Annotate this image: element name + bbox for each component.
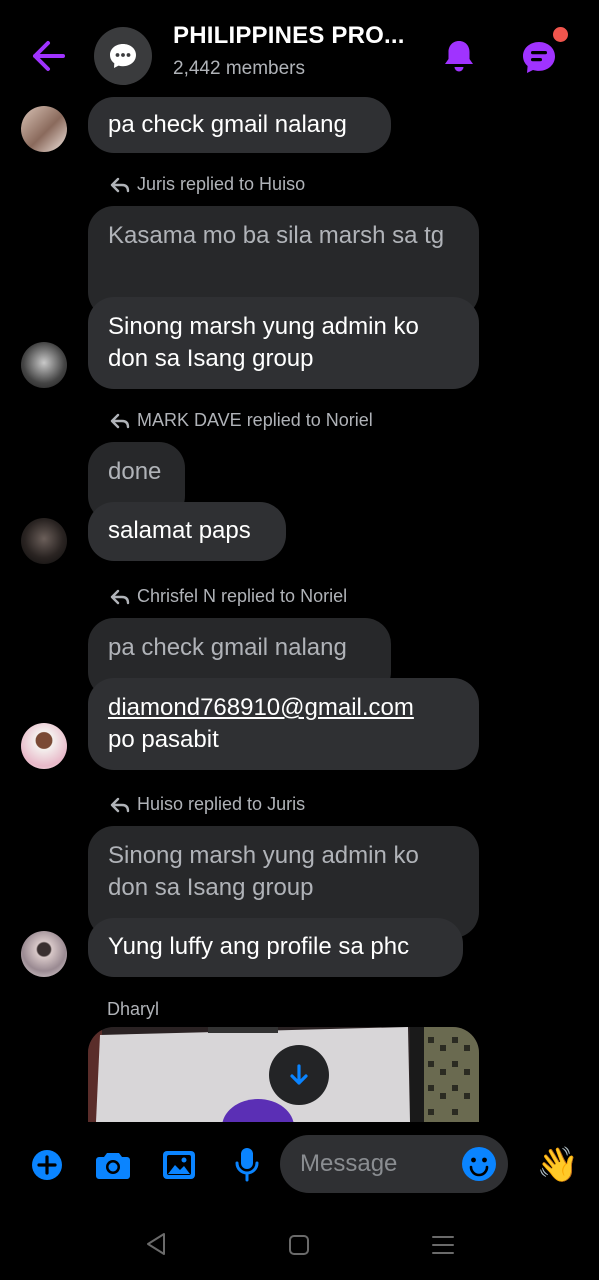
chat-title[interactable]: PHILIPPINES PRO... bbox=[173, 22, 405, 50]
scroll-down-button[interactable] bbox=[269, 1045, 329, 1105]
reply-label: Juris replied to Huiso bbox=[110, 174, 305, 195]
arrow-down-icon bbox=[290, 1064, 308, 1085]
emoji-button[interactable] bbox=[461, 1146, 497, 1182]
reply-label-text: Juris replied to Huiso bbox=[137, 174, 306, 194]
bell-icon bbox=[445, 41, 473, 72]
reply-label: MARK DAVE replied to Noriel bbox=[110, 410, 373, 431]
avatar[interactable] bbox=[21, 518, 67, 564]
reply-label: Chrisfel N replied to Noriel bbox=[110, 586, 347, 607]
camera-button[interactable] bbox=[95, 1150, 131, 1185]
nav-home-icon[interactable] bbox=[288, 1234, 310, 1256]
chat-bubble-icon bbox=[110, 44, 136, 68]
reply-label-text: Huiso replied to Juris bbox=[137, 794, 306, 814]
nav-recents-icon[interactable] bbox=[431, 1234, 455, 1256]
chat-header: PHILIPPINES PRO... 2,442 members bbox=[0, 0, 599, 104]
microphone-button[interactable] bbox=[234, 1147, 260, 1188]
reply-arrow-icon bbox=[110, 589, 130, 604]
group-avatar[interactable] bbox=[94, 27, 152, 85]
notifications-button[interactable] bbox=[440, 37, 478, 77]
smiley-icon bbox=[462, 1147, 496, 1181]
camera-icon bbox=[96, 1153, 130, 1179]
image-icon bbox=[163, 1151, 195, 1179]
chat-lines-icon bbox=[523, 42, 555, 73]
message-bubble[interactable]: Sinong marsh yung admin ko don sa Isang … bbox=[88, 297, 479, 389]
reply-arrow-icon bbox=[110, 413, 130, 428]
threads-button[interactable] bbox=[518, 36, 562, 78]
avatar[interactable] bbox=[21, 931, 67, 977]
microphone-icon bbox=[235, 1148, 259, 1182]
reply-label: Huiso replied to Juris bbox=[110, 794, 305, 815]
message-bubble[interactable]: Yung luffy ang profile sa phc bbox=[88, 918, 463, 977]
reply-arrow-icon bbox=[110, 797, 130, 812]
message-text: po pasabit bbox=[108, 726, 219, 753]
notification-dot bbox=[553, 27, 568, 42]
member-count: 2,442 members bbox=[173, 58, 306, 79]
nav-back-icon[interactable] bbox=[145, 1232, 167, 1256]
arrow-left-icon bbox=[33, 41, 65, 71]
reply-label-text: MARK DAVE replied to Noriel bbox=[137, 410, 373, 430]
sender-name: Dharyl bbox=[107, 999, 160, 1019]
reply-label-text: Chrisfel N replied to Noriel bbox=[137, 586, 348, 606]
plus-circle-icon bbox=[32, 1150, 62, 1180]
avatar[interactable] bbox=[21, 342, 67, 388]
message-bubble[interactable]: diamond768910@gmail.com po pasabit bbox=[88, 678, 479, 770]
gallery-button[interactable] bbox=[162, 1150, 196, 1185]
back-button[interactable] bbox=[28, 38, 68, 74]
email-link[interactable]: diamond768910@gmail.com bbox=[108, 694, 414, 721]
message-bubble[interactable]: pa check gmail nalang bbox=[88, 97, 391, 153]
add-button[interactable] bbox=[31, 1149, 63, 1186]
system-nav-bar bbox=[0, 1212, 599, 1280]
message-bubble[interactable]: salamat paps bbox=[88, 502, 286, 561]
avatar[interactable] bbox=[21, 723, 67, 769]
reply-arrow-icon bbox=[110, 177, 130, 192]
avatar[interactable] bbox=[21, 106, 67, 152]
wave-button[interactable]: 👋 bbox=[536, 1144, 580, 1186]
